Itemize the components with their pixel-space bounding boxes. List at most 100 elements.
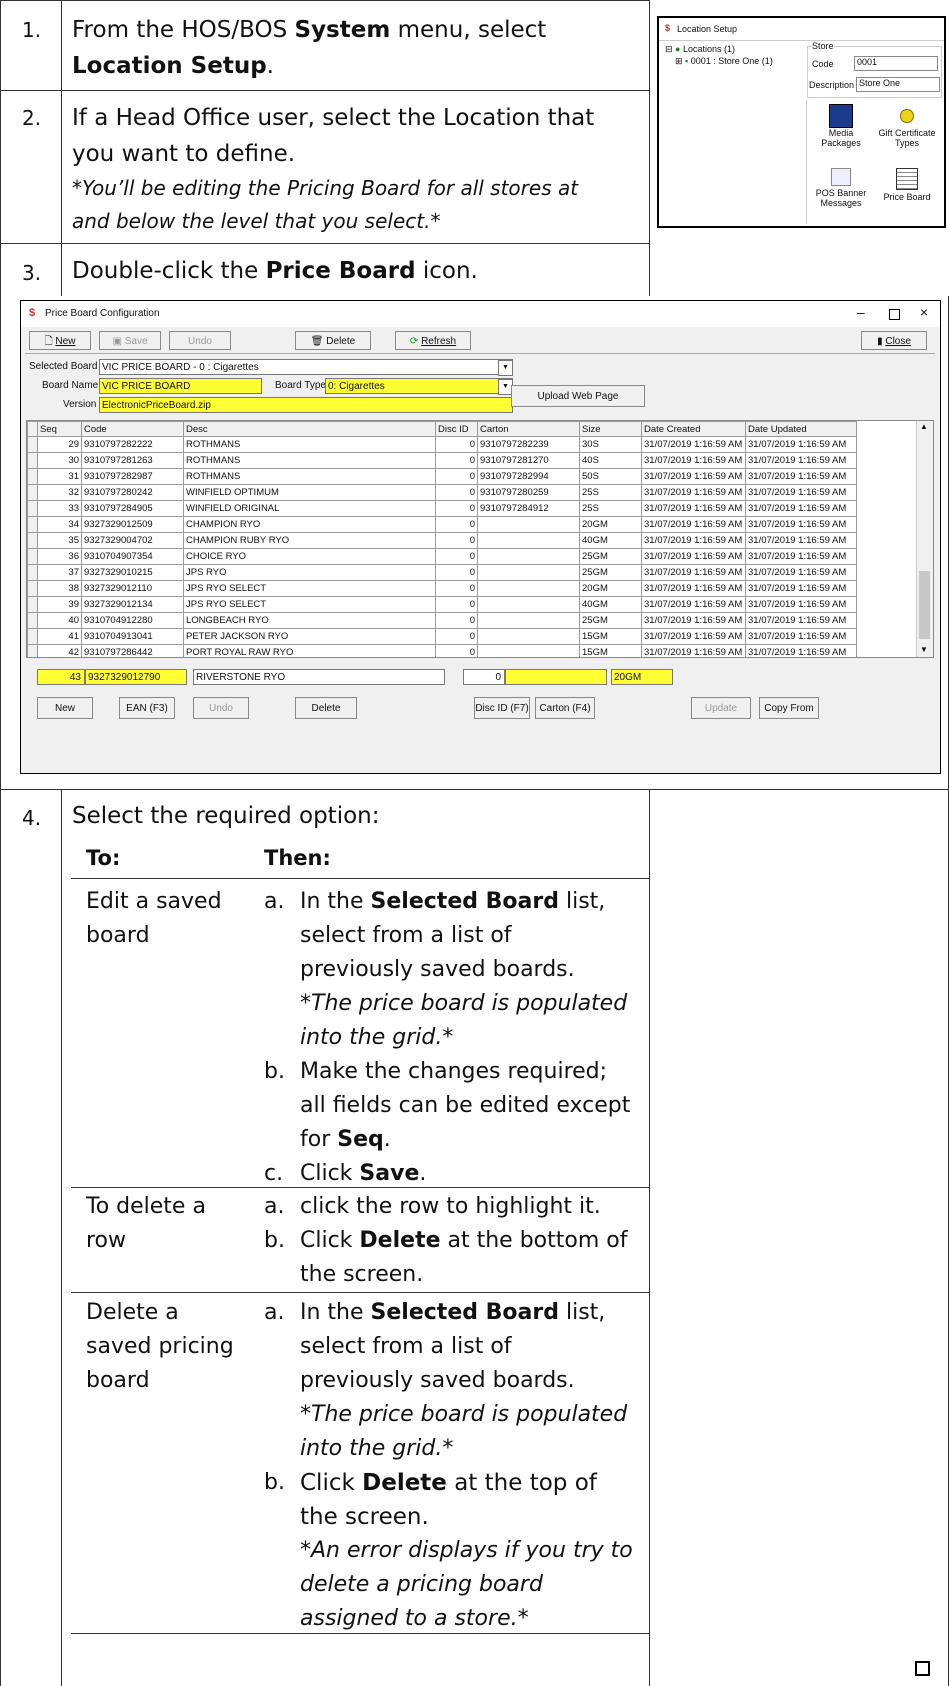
cell-size[interactable]: 20GM (579, 516, 642, 533)
cell-seq[interactable]: 29 (37, 436, 82, 453)
cell-disc-id[interactable]: 0 (435, 628, 478, 645)
disc-id-button[interactable]: Disc ID (F7) (474, 697, 530, 719)
cell-seq[interactable]: 33 (37, 500, 82, 517)
cell-date-created[interactable]: 31/07/2019 1:16:59 AM (641, 532, 746, 549)
cell-date-created[interactable]: 31/07/2019 1:16:59 AM (641, 468, 746, 485)
cell-code[interactable]: 9310797282987 (81, 468, 184, 485)
edit-seq-field[interactable]: 43 (37, 669, 85, 685)
row-indicator[interactable] (27, 612, 38, 629)
price-board-item[interactable]: Price Board (873, 168, 941, 202)
cell-date-updated[interactable]: 31/07/2019 1:16:59 AM (745, 532, 857, 549)
cell-carton[interactable] (477, 612, 580, 629)
row-indicator[interactable] (27, 628, 38, 645)
completion-checkbox[interactable] (915, 1661, 930, 1676)
cell-date-created[interactable]: 31/07/2019 1:16:59 AM (641, 644, 746, 657)
row-indicator[interactable] (27, 564, 38, 581)
col-desc[interactable]: Desc (183, 421, 436, 437)
cell-size[interactable]: 40GM (579, 532, 642, 549)
minimize-icon[interactable]: – (857, 304, 865, 320)
cell-disc-id[interactable]: 0 (435, 580, 478, 597)
cell-date-created[interactable]: 31/07/2019 1:16:59 AM (641, 564, 746, 581)
close-icon[interactable]: × (920, 304, 928, 320)
cell-disc-id[interactable]: 0 (435, 612, 478, 629)
table-row[interactable]: 42 9310797286442 PORT ROYAL RAW RYO 0 15GM 31… (27, 644, 857, 657)
cell-carton[interactable] (477, 532, 580, 549)
board-type-select[interactable]: 0: Cigarettes (325, 378, 513, 394)
cell-disc-id[interactable]: 0 (435, 516, 478, 533)
cell-date-created[interactable]: 31/07/2019 1:16:59 AM (641, 612, 746, 629)
cell-date-updated[interactable]: 31/07/2019 1:16:59 AM (745, 644, 857, 657)
cell-code[interactable]: 9327329004702 (81, 532, 184, 549)
cell-date-updated[interactable]: 31/07/2019 1:16:59 AM (745, 612, 857, 629)
cell-carton[interactable] (477, 596, 580, 613)
code-field[interactable]: 0001 (854, 56, 938, 71)
tree-child[interactable]: ⊞ ▪ 0001 : Store One (1) (665, 55, 805, 67)
undo-button[interactable]: Undo (169, 331, 231, 350)
new-button[interactable]: 🗋 New (29, 331, 91, 350)
edit-size-field[interactable]: 20GM (611, 669, 673, 685)
cell-desc[interactable]: CHOICE RYO (183, 548, 436, 565)
pos-banner-messages-item[interactable]: POS Banner Messages (811, 168, 871, 208)
cell-date-updated[interactable]: 31/07/2019 1:16:59 AM (745, 436, 857, 453)
selected-board-select[interactable]: VIC PRICE BOARD - 0 : Cigarettes (99, 359, 513, 375)
cell-carton[interactable] (477, 564, 580, 581)
gift-certificate-types-item[interactable]: Gift Certificate Types (873, 104, 941, 148)
description-field[interactable]: Store One (856, 77, 940, 92)
edit-carton-field[interactable] (505, 669, 607, 685)
close-button[interactable]: ▮ Close (861, 331, 927, 350)
scroll-down-icon[interactable]: ▼ (920, 645, 928, 654)
edit-desc-field[interactable]: RIVERSTONE RYO (193, 669, 445, 685)
cell-date-updated[interactable]: 31/07/2019 1:16:59 AM (745, 548, 857, 565)
cell-date-updated[interactable]: 31/07/2019 1:16:59 AM (745, 564, 857, 581)
cell-disc-id[interactable]: 0 (435, 532, 478, 549)
cell-size[interactable]: 40GM (579, 596, 642, 613)
cell-code[interactable]: 9327329010215 (81, 564, 184, 581)
cell-date-created[interactable]: 31/07/2019 1:16:59 AM (641, 436, 746, 453)
cell-carton[interactable]: 9310797281270 (477, 452, 580, 469)
row-indicator[interactable] (27, 644, 38, 657)
cell-date-created[interactable]: 31/07/2019 1:16:59 AM (641, 580, 746, 597)
ean-button[interactable]: EAN (F3) (119, 697, 175, 719)
cell-date-created[interactable]: 31/07/2019 1:16:59 AM (641, 452, 746, 469)
media-packages-item[interactable]: Media Packages (811, 104, 871, 148)
table-row[interactable]: 30 9310797281263 ROTHMANS 0 9310797281270 40S… (27, 452, 857, 469)
cell-date-created[interactable]: 31/07/2019 1:16:59 AM (641, 516, 746, 533)
cell-desc[interactable]: CHAMPION RUBY RYO (183, 532, 436, 549)
cell-date-updated[interactable]: 31/07/2019 1:16:59 AM (745, 580, 857, 597)
col-seq[interactable]: Seq (37, 421, 82, 437)
delete-button-top[interactable]: 🗑 Delete (295, 331, 371, 350)
table-row[interactable]: 37 9327329010215 JPS RYO 0 25GM 31/07/2019 1:… (27, 564, 857, 581)
cell-date-updated[interactable]: 31/07/2019 1:16:59 AM (745, 484, 857, 501)
cell-size[interactable]: 25GM (579, 548, 642, 565)
cell-disc-id[interactable]: 0 (435, 436, 478, 453)
price-grid[interactable]: Seq Code Desc Disc ID Carton Size Date C… (26, 420, 934, 658)
delete-button-bottom[interactable]: Delete (295, 697, 357, 719)
cell-disc-id[interactable]: 0 (435, 596, 478, 613)
cell-code[interactable]: 9310797286442 (81, 644, 184, 657)
table-row[interactable]: 31 9310797282987 ROTHMANS 0 9310797282994 50S… (27, 468, 857, 485)
table-row[interactable]: 32 9310797280242 WINFIELD OPTIMUM 0 93107972… (27, 484, 857, 501)
cell-size[interactable]: 40S (579, 452, 642, 469)
board-name-field[interactable]: VIC PRICE BOARD (99, 378, 262, 394)
cell-disc-id[interactable]: 0 (435, 564, 478, 581)
cell-code[interactable]: 9310797281263 (81, 452, 184, 469)
table-row[interactable]: 40 9310704912280 LONGBEACH RYO 0 25GM 31/07/2… (27, 612, 857, 629)
table-row[interactable]: 33 9310797284905 WINFIELD ORIGINAL 0 9310797… (27, 500, 857, 517)
cell-disc-id[interactable]: 0 (435, 548, 478, 565)
cell-code[interactable]: 9310704907354 (81, 548, 184, 565)
cell-date-updated[interactable]: 31/07/2019 1:16:59 AM (745, 500, 857, 517)
cell-date-created[interactable]: 31/07/2019 1:16:59 AM (641, 596, 746, 613)
cell-code[interactable]: 9310797280242 (81, 484, 184, 501)
col-date-created[interactable]: Date Created (641, 421, 746, 437)
cell-date-created[interactable]: 31/07/2019 1:16:59 AM (641, 548, 746, 565)
tree-root[interactable]: ⊟ ● Locations (1) (665, 43, 805, 55)
selected-board-dropdown-icon[interactable]: ▼ (498, 360, 513, 376)
cell-carton[interactable] (477, 580, 580, 597)
cell-size[interactable]: 25S (579, 484, 642, 501)
row-indicator[interactable] (27, 596, 38, 613)
cell-carton[interactable]: 9310797280259 (477, 484, 580, 501)
cell-carton[interactable] (477, 548, 580, 565)
col-size[interactable]: Size (579, 421, 642, 437)
cell-carton[interactable]: 9310797284912 (477, 500, 580, 517)
cell-desc[interactable]: PETER JACKSON RYO (183, 628, 436, 645)
